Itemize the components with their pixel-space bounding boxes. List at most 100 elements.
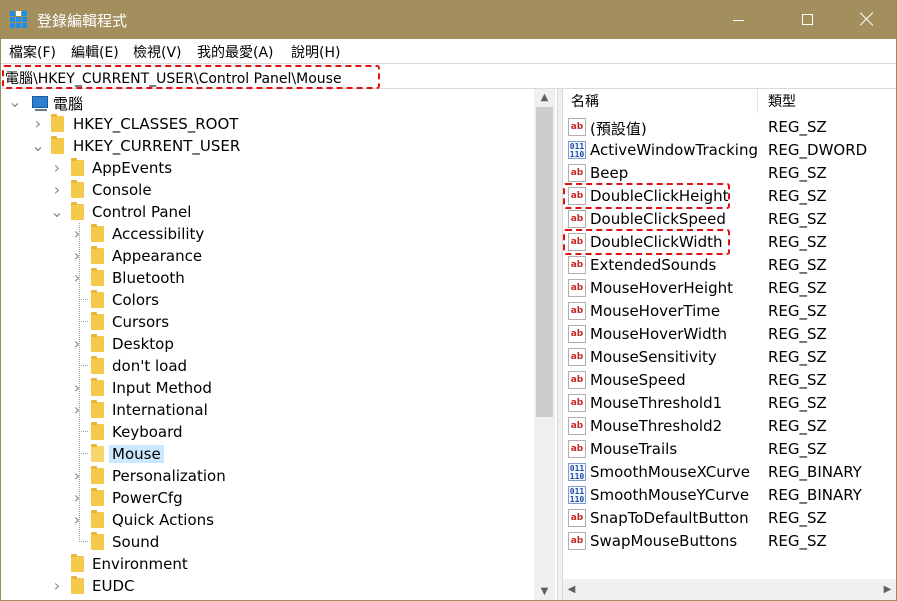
tree-item-label: Accessibility [112,225,205,243]
tree-item[interactable]: › PowerCfg [1,487,534,509]
value-row[interactable]: ab SwapMouseButtons REG_SZ [563,530,896,553]
tree-item-label: Cursors [112,313,170,331]
value-row[interactable]: ab DoubleClickWidth REG_SZ [563,229,896,255]
scroll-right-arrow-icon[interactable]: ▶ [879,579,896,600]
tree-item[interactable]: › Accessibility [1,223,534,245]
chevron-right-icon[interactable]: › [70,512,84,528]
chevron-right-icon[interactable]: › [70,468,84,484]
chevron-right-icon[interactable]: › [50,160,64,176]
tree-item-label: Environment [92,555,188,573]
value-name: (預設值) [590,120,647,138]
tree-item[interactable]: Cursors [1,311,534,333]
tree-item[interactable]: don't load [1,355,534,377]
tree-item[interactable]: › Appearance [1,245,534,267]
value-row[interactable]: ab MouseThreshold2 REG_SZ [563,415,896,438]
value-row[interactable]: ab Beep REG_SZ [563,162,896,185]
menu-view[interactable]: 檢視(V) [133,42,182,62]
list-horizontal-scrollbar[interactable]: ◀ ▶ [563,579,896,600]
value-name: SmoothMouseYCurve [590,486,750,504]
value-row[interactable]: ab DoubleClickSpeed REG_SZ [563,208,896,231]
tree-item-label: 電腦 [53,95,84,113]
scroll-up-arrow-icon[interactable]: ▲ [534,89,555,106]
address-bar[interactable]: 電腦\HKEY_CURRENT_USER\Control Panel\Mouse [1,63,896,89]
tree-item[interactable]: › Desktop [1,333,534,355]
tree-item[interactable]: › Personalization [1,465,534,487]
chevron-right-icon[interactable]: › [31,116,45,132]
tree-item-label: Mouse [109,445,164,463]
value-row[interactable]: ab MouseThreshold1 REG_SZ [563,392,896,415]
chevron-down-icon[interactable]: ⌄ [31,138,45,154]
tree-item[interactable]: ⌄ HKEY_CURRENT_USER [1,135,534,157]
chevron-right-icon[interactable]: › [70,248,84,264]
value-name: MouseThreshold2 [590,417,723,435]
value-row[interactable]: 011 110 SmoothMouseXCurve REG_BINARY [563,461,896,484]
tree-item[interactable]: › HKEY_CLASSES_ROOT [1,113,534,135]
value-row[interactable]: ab MouseHoverTime REG_SZ [563,300,896,323]
value-name: SnapToDefaultButton [590,509,749,527]
tree-item[interactable]: › Console [1,179,534,201]
chevron-down-icon[interactable]: ⌄ [8,94,22,110]
tree-item[interactable]: › Quick Actions [1,509,534,531]
value-row[interactable]: ab (預設值) REG_SZ [563,116,896,139]
binary-value-icon: 011 110 [568,486,586,504]
tree-item[interactable]: › Bluetooth [1,267,534,289]
value-row[interactable]: ab DoubleClickHeight REG_SZ [563,183,896,209]
tree-item[interactable]: Keyboard [1,421,534,443]
value-type: REG_BINARY [768,486,862,504]
chevron-right-icon[interactable]: › [70,270,84,286]
value-row[interactable]: ab MouseSpeed REG_SZ [563,369,896,392]
tree-item[interactable]: Sound [1,531,534,553]
value-row[interactable]: ab SnapToDefaultButton REG_SZ [563,507,896,530]
value-name: MouseSpeed [590,371,686,389]
chevron-right-icon[interactable]: › [70,490,84,506]
chevron-down-icon[interactable]: ⌄ [50,204,64,220]
value-type: REG_SZ [768,371,827,389]
value-name: ActiveWindowTracking [590,141,758,159]
tree-item[interactable]: ⌄ 電腦 [1,91,534,114]
column-header-name[interactable]: 名稱 [571,89,599,115]
tree-item[interactable]: Colors [1,289,534,311]
chevron-right-icon[interactable]: › [70,336,84,352]
key-tree-pane[interactable]: ⌄ 電腦 › HKEY_CLASSES_ROOT ⌄ HKEY_CURRENT_USER ›… [1,89,557,600]
tree-item[interactable]: Environment [1,553,534,575]
value-row[interactable]: 011 110 SmoothMouseYCurve REG_BINARY [563,484,896,507]
title-bar[interactable]: 登錄編輯程式 [1,1,896,39]
value-row[interactable]: ab MouseHoverWidth REG_SZ [563,323,896,346]
tree-item-label: Sound [112,533,160,551]
value-row[interactable]: ab ExtendedSounds REG_SZ [563,254,896,277]
value-row[interactable]: ab MouseSensitivity REG_SZ [563,346,896,369]
tree-item[interactable]: › AppEvents [1,157,534,179]
scroll-left-arrow-icon[interactable]: ◀ [563,579,580,600]
maximize-button[interactable] [785,1,831,39]
tree-item[interactable]: ⌄ Control Panel [1,201,534,223]
scroll-down-arrow-icon[interactable]: ▼ [534,583,555,600]
menu-favorites[interactable]: 我的最愛(A) [197,42,274,62]
tree-item-label: Console [92,181,152,199]
minimize-button[interactable] [716,1,762,39]
string-value-icon: ab [568,279,586,297]
tree-item-label: Control Panel [92,203,192,221]
string-value-icon: ab [568,256,586,274]
value-row[interactable]: ab MouseHoverHeight REG_SZ [563,277,896,300]
value-row[interactable]: ab MouseTrails REG_SZ [563,438,896,461]
tree-item-label: Colors [112,291,159,309]
chevron-right-icon[interactable]: › [70,402,84,418]
menu-help[interactable]: 說明(H) [291,42,340,62]
tree-item[interactable]: › Input Method [1,377,534,399]
tree-item[interactable]: Mouse [1,443,534,465]
chevron-right-icon[interactable]: › [70,226,84,242]
value-row[interactable]: 011 110 ActiveWindowTracking REG_DWORD [563,139,896,162]
column-divider[interactable] [757,89,758,113]
chevron-right-icon[interactable]: › [70,380,84,396]
menu-edit[interactable]: 編輯(E) [71,42,119,62]
chevron-right-icon[interactable]: › [50,578,64,594]
chevron-right-icon[interactable]: › [50,182,64,198]
tree-vertical-scrollbar[interactable]: ▲ ▼ [534,89,555,600]
scrollbar-thumb[interactable] [536,107,553,417]
values-list-pane[interactable]: 名稱 類型 ab (預設值) REG_SZ 011 110 ActiveWindowTr… [563,89,896,600]
column-header-type[interactable]: 類型 [768,89,796,115]
tree-item[interactable]: › International [1,399,534,421]
tree-item[interactable]: › EUDC [1,575,534,597]
close-button[interactable] [844,1,890,39]
menu-file[interactable]: 檔案(F) [9,42,56,62]
